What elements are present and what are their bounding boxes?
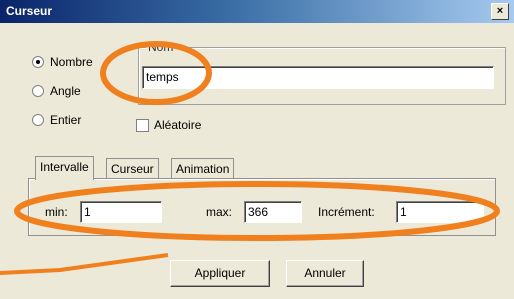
tab-intervalle[interactable]: Intervalle <box>35 156 94 180</box>
min-label: min: <box>45 205 68 219</box>
random-checkbox[interactable] <box>136 119 149 132</box>
radio-selected-icon <box>32 56 44 68</box>
random-label: Aléatoire <box>154 118 202 132</box>
tab-curseur[interactable]: Curseur <box>106 158 159 179</box>
name-group-label: Nom <box>146 40 176 54</box>
increment-input[interactable]: 1 <box>396 201 484 223</box>
apply-button[interactable]: Appliquer <box>170 260 270 287</box>
radio-unselected-icon <box>32 114 44 126</box>
window-title: Curseur <box>6 4 53 18</box>
title-bar[interactable]: Curseur × <box>0 0 514 23</box>
increment-label: Incrément: <box>318 205 375 219</box>
tab-animation[interactable]: Animation <box>171 158 235 179</box>
max-label: max: <box>206 205 233 219</box>
max-input[interactable]: 366 <box>244 201 302 223</box>
radio-nombre[interactable]: Nombre <box>32 55 93 69</box>
radio-angle-label: Angle <box>50 84 81 98</box>
name-input[interactable]: temps <box>142 66 494 89</box>
radio-unselected-icon <box>32 85 44 97</box>
min-input[interactable]: 1 <box>80 201 162 223</box>
radio-entier-label: Entier <box>50 113 82 127</box>
cancel-button[interactable]: Annuler <box>286 260 364 287</box>
curseur-dialog: Curseur × Nombre Angle Entier Nom temps … <box>0 0 514 299</box>
radio-entier[interactable]: Entier <box>32 113 81 127</box>
close-button[interactable]: × <box>491 3 509 20</box>
radio-angle[interactable]: Angle <box>32 84 81 98</box>
radio-nombre-label: Nombre <box>50 55 93 69</box>
